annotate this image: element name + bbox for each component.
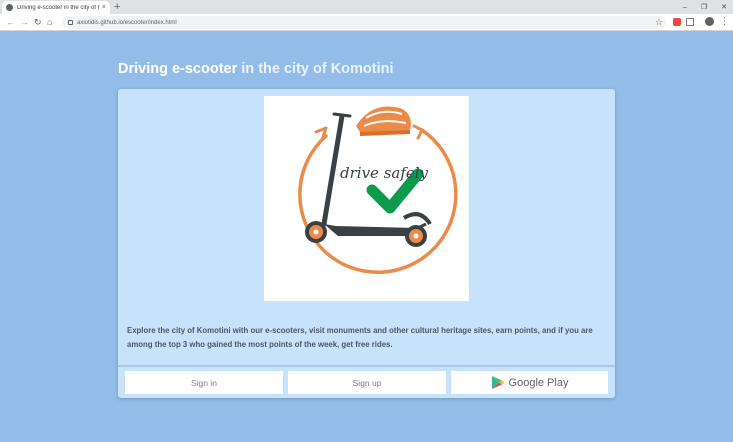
browser-tab[interactable]: Driving e-scooter in the city of K × — [2, 1, 110, 14]
browser-toolbar: ← → ↻ ⌂ axiotidis.github.io/escooter/ind… — [0, 14, 733, 31]
sign-up-button[interactable]: Sign up — [288, 371, 446, 394]
profile-avatar-icon[interactable] — [705, 17, 714, 26]
browser-tab-strip: Driving e-scooter in the city of K × + –… — [0, 0, 733, 14]
google-play-icon — [491, 376, 505, 389]
forward-arrow-icon[interactable]: → — [20, 17, 29, 27]
close-window-button[interactable]: ✕ — [721, 4, 727, 11]
back-arrow-icon[interactable]: ← — [6, 17, 15, 27]
google-play-button[interactable]: Google Play — [451, 371, 608, 394]
extension-icon[interactable] — [673, 18, 681, 26]
logo-text: drive safely — [340, 164, 429, 182]
extension-icon-2[interactable] — [686, 18, 694, 26]
maximize-button[interactable]: ❐ — [701, 4, 707, 11]
sign-in-label: Sign in — [191, 377, 217, 388]
kebab-menu-icon[interactable]: ⋮ — [720, 16, 729, 26]
globe-icon — [6, 4, 13, 11]
new-tab-button[interactable]: + — [114, 1, 120, 13]
minimize-button[interactable]: – — [683, 4, 687, 11]
address-bar[interactable]: axiotidis.github.io/escooter/index.html — [62, 16, 666, 29]
scooter-illustration: drive safely — [298, 106, 458, 275]
sign-up-label: Sign up — [352, 377, 382, 388]
description-text: Explore the city of Komotini with our e-… — [127, 326, 593, 349]
arc-arrowhead-icon-2 — [412, 124, 424, 140]
helmet-icon — [356, 106, 411, 136]
close-tab-icon[interactable]: × — [102, 4, 106, 11]
window-controls: – ❐ ✕ — [683, 0, 727, 14]
url-text: axiotidis.github.io/escooter/index.html — [77, 19, 177, 26]
reload-icon[interactable]: ↻ — [34, 17, 42, 27]
sign-in-button[interactable]: Sign in — [125, 371, 283, 394]
lock-icon — [68, 20, 73, 25]
page-title-highlight: Driving e-scooter — [118, 61, 238, 77]
home-icon[interactable]: ⌂ — [47, 17, 52, 27]
divider — [118, 365, 615, 367]
page-title: Driving e-scooter in the city of Komotin… — [118, 61, 394, 77]
main-card: drive safely Explore the city of Komotin… — [118, 89, 615, 398]
page-title-rest: in the city of Komotini — [237, 61, 394, 77]
drive-safely-logo: drive safely — [264, 96, 469, 301]
tab-title: Driving e-scooter in the city of K — [17, 4, 99, 11]
star-icon[interactable]: ☆ — [655, 17, 663, 27]
google-play-label: Google Play — [508, 376, 569, 389]
